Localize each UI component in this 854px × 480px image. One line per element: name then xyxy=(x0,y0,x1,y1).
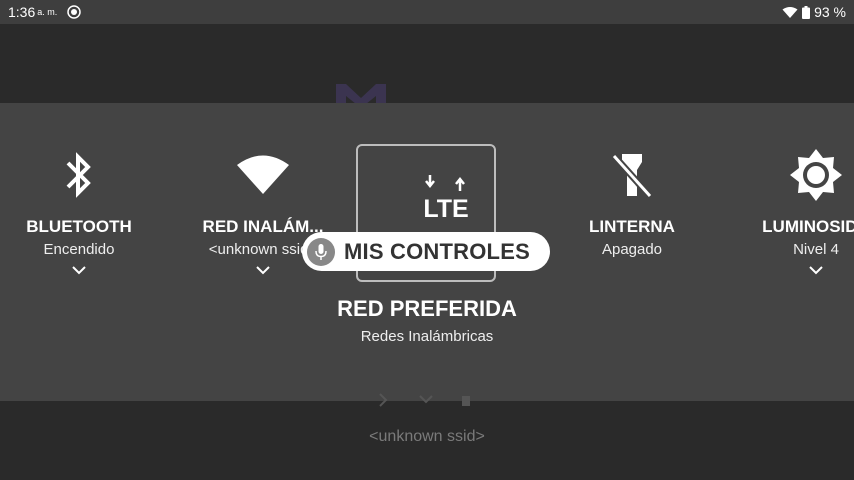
tile-status: Encendido xyxy=(43,241,115,258)
battery-percent: 93 % xyxy=(814,4,846,20)
background-icons xyxy=(372,392,482,408)
tile-title: LUMINOSIDA xyxy=(762,217,854,236)
wifi-icon xyxy=(235,147,291,203)
wifi-icon xyxy=(782,6,798,19)
chevron-down-icon[interactable] xyxy=(72,265,86,275)
flashlight-off-icon xyxy=(604,147,660,203)
tile-status-preferred-network: Redes Inalámbricas xyxy=(360,328,494,345)
voice-hint-pill: MIS CONTROLES xyxy=(302,232,550,271)
radio-icon xyxy=(67,5,82,19)
background-ssid-text: <unknown ssid> xyxy=(369,428,485,445)
mic-icon xyxy=(307,237,335,266)
status-ampm: a. m. xyxy=(37,7,58,17)
status-time: 1:36 xyxy=(8,4,36,20)
tile-title: BLUETOOTH xyxy=(26,217,132,236)
battery-icon xyxy=(802,5,811,19)
tile-status: Apagado xyxy=(601,241,663,258)
voice-hint-label: MIS CONTROLES xyxy=(344,238,530,264)
bluetooth-icon xyxy=(51,147,107,203)
chevron-down-icon[interactable] xyxy=(809,265,823,275)
brightness-icon xyxy=(788,147,844,203)
quick-controls-panel: BLUETOOTH Encendido RED INALÁM... <unkno… xyxy=(0,103,854,401)
lte-data-icon: LTE xyxy=(418,173,474,223)
lte-label: LTE xyxy=(423,195,468,223)
status-bar: 1:36 a. m. 93 % xyxy=(0,0,854,24)
tile-title: LINTERNA xyxy=(589,217,675,236)
chevron-down-icon[interactable] xyxy=(256,265,270,275)
tile-title-preferred-network: RED PREFERIDA xyxy=(337,296,517,321)
tile-status: Nivel 4 xyxy=(793,241,839,258)
